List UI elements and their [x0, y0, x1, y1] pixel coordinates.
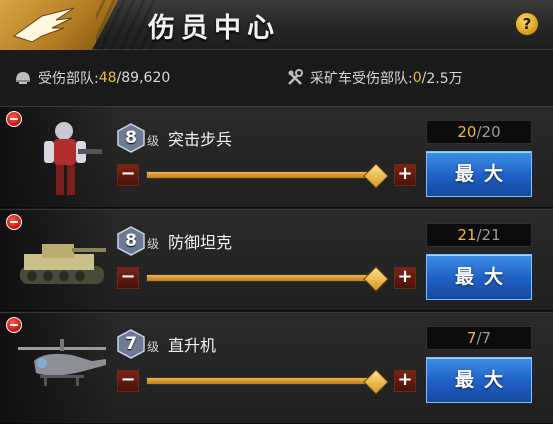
decrease-button[interactable]: − — [117, 164, 139, 186]
increase-button[interactable]: + — [394, 164, 416, 186]
wrench-icon — [286, 69, 304, 87]
max-button[interactable]: 最大 — [426, 254, 532, 300]
infantry-portrait — [44, 122, 102, 195]
increase-button[interactable]: + — [394, 267, 416, 289]
unit-count: 20/20 — [426, 120, 532, 144]
slider-fill — [147, 172, 375, 178]
count-current: 20 — [457, 123, 477, 141]
unit-count: 21/21 — [426, 223, 532, 247]
page-title: 伤员中心 — [148, 13, 280, 44]
eagle-icon — [12, 7, 75, 43]
increase-button[interactable]: + — [394, 370, 416, 392]
unit-row-infantry: 8 级 突击步兵 20/20 − + 最大 — [0, 106, 553, 208]
count-slider[interactable] — [146, 274, 376, 282]
wounded-label: 受伤部队: — [38, 71, 99, 87]
wounded-summary: 受伤部队: 48 / 89,620 — [14, 68, 170, 88]
slider-handle[interactable] — [363, 163, 389, 189]
count-slider[interactable] — [146, 171, 376, 179]
helmet-icon — [14, 69, 32, 87]
wounded-current: 48 — [98, 70, 117, 86]
miner-max: 2.5万 — [426, 71, 463, 87]
unit-count: 7/7 — [426, 326, 532, 350]
miner-summary: 采矿车受伤部队: 0 / 2.5万 — [286, 68, 463, 88]
count-current: 21 — [457, 226, 477, 244]
header-stripes — [96, 0, 156, 50]
unit-row-tank: 8 级 防御坦克 21/21 − + 最大 — [0, 209, 553, 311]
count-current: 7 — [466, 329, 477, 347]
slider-fill — [147, 275, 375, 281]
level-tag: 级 — [147, 134, 160, 148]
summary-bar: 受伤部队: 48 / 89,620 采矿车受伤部队: 0 / 2.5万 — [0, 50, 553, 106]
level-tag: 级 — [147, 340, 160, 354]
unit-row-helicopter: 7 级 直升机 7/7 − + 最大 — [0, 312, 553, 424]
slider-fill — [147, 378, 375, 384]
unit-level: 8 — [125, 128, 137, 148]
helicopter-portrait — [18, 339, 106, 386]
level-tag: 级 — [147, 237, 160, 251]
unit-name: 防御坦克 — [168, 233, 233, 252]
slider-handle[interactable] — [363, 266, 389, 292]
max-button[interactable]: 最大 — [426, 357, 532, 403]
miner-current: 0 — [412, 70, 422, 86]
unit-name: 突击步兵 — [168, 130, 233, 149]
slider-handle[interactable] — [363, 369, 389, 395]
help-icon[interactable]: ? — [515, 12, 539, 36]
header-bar: 伤员中心 ? — [0, 0, 553, 50]
count-slider[interactable] — [146, 377, 376, 385]
tank-portrait — [20, 244, 106, 284]
max-button[interactable]: 最大 — [426, 151, 532, 197]
unit-level: 8 — [125, 231, 137, 251]
decrease-button[interactable]: − — [117, 370, 139, 392]
decrease-button[interactable]: − — [117, 267, 139, 289]
wounded-max: 89,620 — [121, 70, 171, 86]
miner-label: 采矿车受伤部队: — [310, 71, 413, 87]
unit-name: 直升机 — [168, 336, 217, 355]
count-max: 20 — [481, 123, 501, 141]
count-max: 21 — [481, 226, 501, 244]
unit-level: 7 — [125, 334, 137, 354]
count-max: 7 — [481, 329, 492, 347]
